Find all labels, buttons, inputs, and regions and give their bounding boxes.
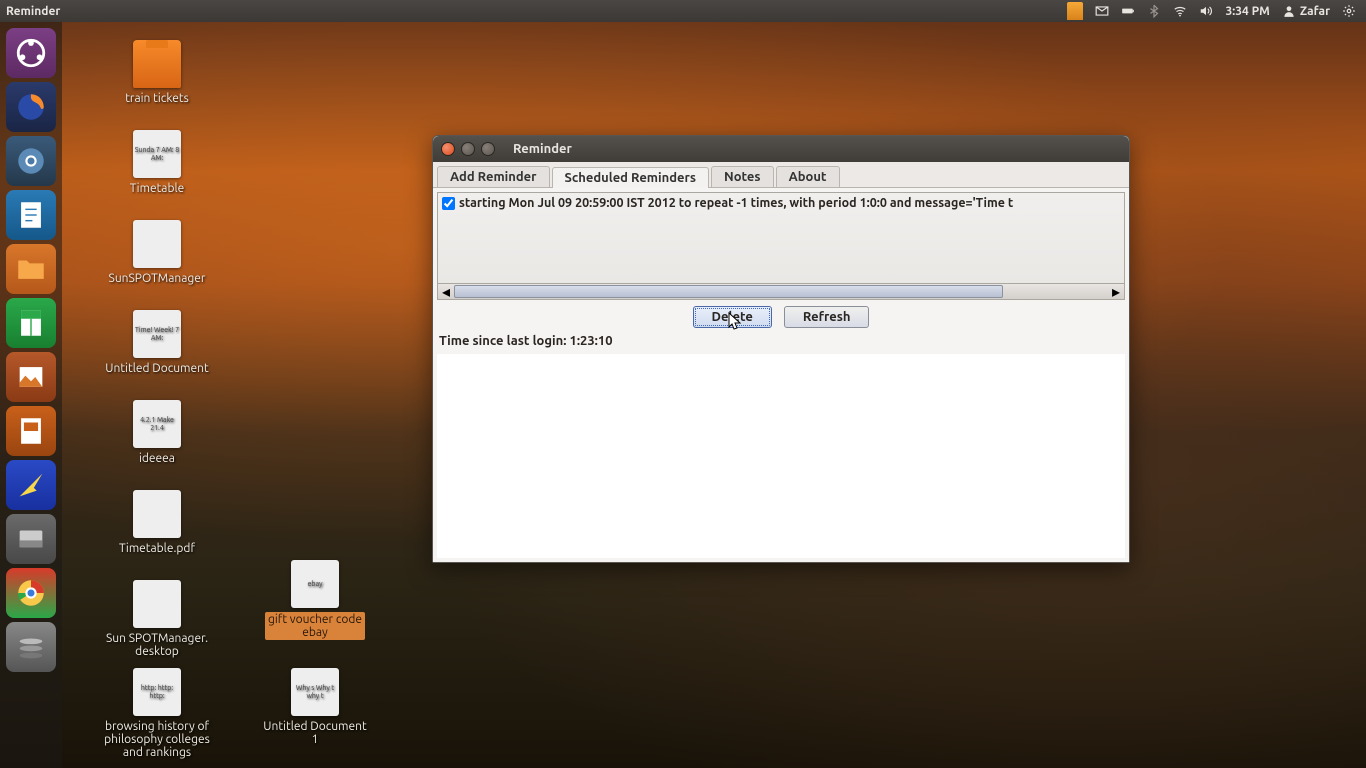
desktop-icon[interactable]: Sunda 7 AM: 8 AM: Timetable <box>102 130 212 195</box>
document-icon: Why s Why t why t <box>291 668 339 716</box>
launcher-disk[interactable] <box>6 514 56 564</box>
launcher-impress[interactable] <box>6 406 56 456</box>
top-menu-bar: Reminder 3:34 PM Zafar <box>0 0 1366 22</box>
refresh-button[interactable]: Refresh <box>784 306 870 328</box>
launcher-image-viewer[interactable] <box>6 352 56 402</box>
reminders-list[interactable]: starting Mon Jul 09 20:59:00 IST 2012 to… <box>437 192 1125 284</box>
desktop-icon[interactable]: Time! Week! 7 AM: Untitled Document <box>102 310 212 375</box>
launcher-workspace[interactable] <box>6 622 56 672</box>
icon-label: browsing history of philosophy colleges … <box>104 720 210 759</box>
document-icon <box>133 580 181 628</box>
document-icon <box>133 490 181 538</box>
icon-label: SunSPOTManager <box>109 272 206 285</box>
icon-label: ideeea <box>139 452 175 465</box>
menubar-app-title: Reminder <box>6 5 60 18</box>
icon-label: Timetable <box>130 182 184 195</box>
launcher-locator[interactable] <box>6 460 56 510</box>
launcher-dash[interactable] <box>6 28 56 78</box>
content-area <box>437 354 1125 558</box>
user-icon <box>1282 4 1296 18</box>
tray-app-icon[interactable] <box>1067 2 1083 20</box>
desktop-icon[interactable]: 4.2.1 Make 21.4 ideeea <box>102 400 212 465</box>
reminder-text: starting Mon Jul 09 20:59:00 IST 2012 to… <box>459 196 1013 210</box>
desktop-icon[interactable]: SunSPOTManager <box>102 220 212 285</box>
desktop-icon[interactable]: Why s Why t why t Untitled Document 1 <box>260 668 370 746</box>
mail-icon[interactable] <box>1095 4 1109 18</box>
button-row: Delete Refresh <box>437 300 1125 330</box>
document-icon <box>133 220 181 268</box>
desktop-icon[interactable]: http: http: http: browsing history of phi… <box>102 668 212 759</box>
icon-label: Untitled Document 1 <box>263 720 366 746</box>
desktop-icon[interactable]: Timetable.pdf <box>102 490 212 555</box>
document-icon: Time! Week! 7 AM: <box>133 310 181 358</box>
gear-icon[interactable] <box>1342 4 1356 18</box>
icon-label: Timetable.pdf <box>119 542 195 555</box>
desktop-icon[interactable]: train tickets <box>102 40 212 105</box>
launcher-chromium[interactable] <box>6 136 56 186</box>
tab-about[interactable]: About <box>776 166 840 187</box>
reminder-checkbox[interactable] <box>442 197 455 210</box>
icon-label: Sun SPOTManager. desktop <box>106 632 208 658</box>
window-titlebar[interactable]: Reminder <box>433 136 1129 162</box>
reminder-window: Reminder Add Reminder Scheduled Reminder… <box>432 135 1130 563</box>
desktop-icon[interactable]: Sun SPOTManager. desktop <box>102 580 212 658</box>
tab-strip: Add Reminder Scheduled Reminders Notes A… <box>433 162 1129 188</box>
bluetooth-icon[interactable] <box>1147 4 1161 18</box>
icon-label: Untitled Document <box>105 362 208 375</box>
folder-icon <box>133 40 181 88</box>
scroll-left-icon[interactable]: ◂ <box>438 284 454 299</box>
window-title: Reminder <box>513 142 572 156</box>
launcher-calc[interactable] <box>6 298 56 348</box>
reminder-item[interactable]: starting Mon Jul 09 20:59:00 IST 2012 to… <box>442 196 1120 210</box>
clock[interactable]: 3:34 PM <box>1225 5 1269 18</box>
unity-launcher <box>0 22 62 768</box>
document-icon: Sunda 7 AM: 8 AM: <box>133 130 181 178</box>
user-menu[interactable]: Zafar <box>1282 4 1330 18</box>
close-icon[interactable] <box>441 142 455 156</box>
minimize-icon[interactable] <box>461 142 475 156</box>
scroll-thumb[interactable] <box>454 285 1003 298</box>
tab-notes[interactable]: Notes <box>711 166 774 187</box>
scroll-track[interactable] <box>454 284 1108 299</box>
delete-button[interactable]: Delete <box>693 306 772 328</box>
launcher-firefox[interactable] <box>6 82 56 132</box>
scroll-right-icon[interactable]: ▸ <box>1108 284 1124 299</box>
maximize-icon[interactable] <box>481 142 495 156</box>
horizontal-scrollbar[interactable]: ◂ ▸ <box>437 284 1125 300</box>
tab-add-reminder[interactable]: Add Reminder <box>437 166 550 187</box>
battery-icon[interactable] <box>1121 4 1135 18</box>
status-text: Time since last login: 1:23:10 <box>437 330 1125 352</box>
tab-scheduled-reminders[interactable]: Scheduled Reminders <box>552 167 710 188</box>
document-icon: 4.2.1 Make 21.4 <box>133 400 181 448</box>
user-name: Zafar <box>1300 5 1330 18</box>
icon-label: train tickets <box>125 92 189 105</box>
document-icon: http: http: http: <box>133 668 181 716</box>
wifi-icon[interactable] <box>1173 4 1187 18</box>
launcher-chrome[interactable] <box>6 568 56 618</box>
desktop-icon[interactable]: ebay gift voucher code ebay <box>260 560 370 640</box>
launcher-writer[interactable] <box>6 190 56 240</box>
system-tray: 3:34 PM Zafar <box>1067 2 1360 20</box>
icon-label: gift voucher code ebay <box>265 612 365 640</box>
launcher-files[interactable] <box>6 244 56 294</box>
tab-panel: starting Mon Jul 09 20:59:00 IST 2012 to… <box>433 188 1129 562</box>
volume-icon[interactable] <box>1199 4 1213 18</box>
document-icon: ebay <box>291 560 339 608</box>
